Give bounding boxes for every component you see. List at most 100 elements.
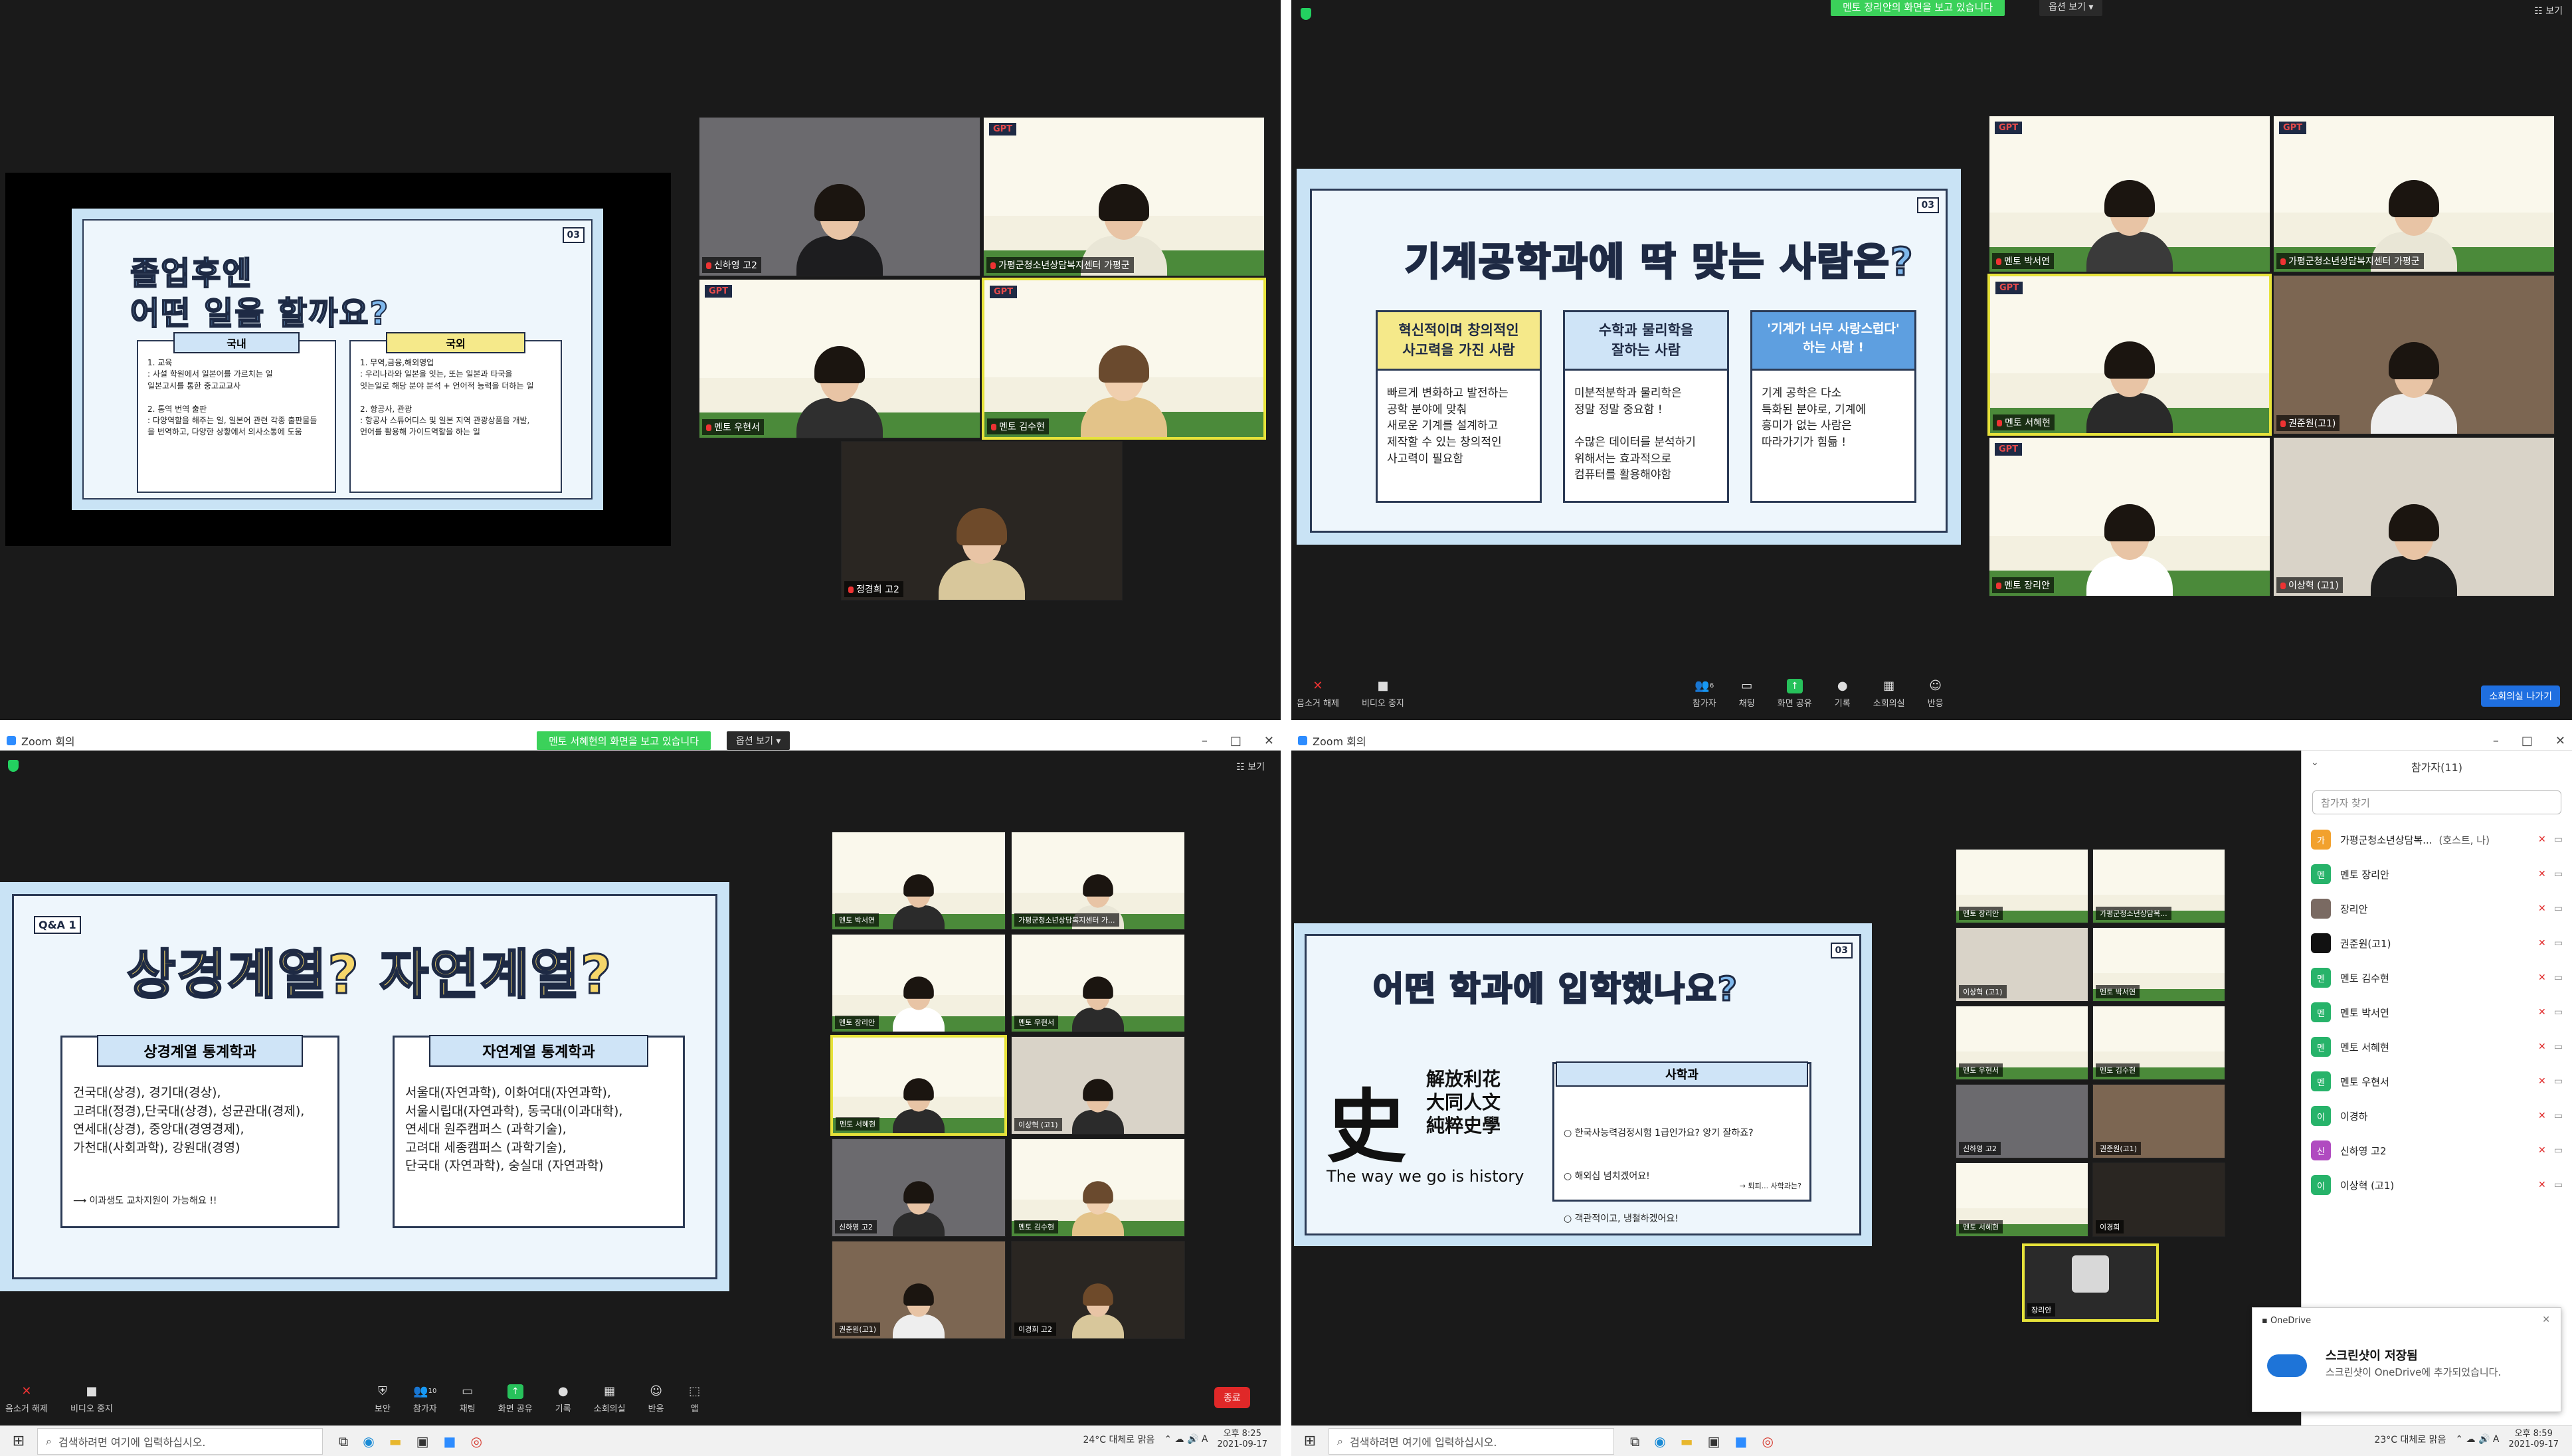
box-items: ○ 한국사능력검정시험 1급인가요? 앙기 잘하죠? ○ 해외십 넘치겠어요! …	[1564, 1128, 1754, 1224]
video-tile[interactable]: 이경희	[2092, 1162, 2225, 1237]
participant-row[interactable]: 멘 멘토 장리안 ✕ ▭	[2302, 857, 2572, 891]
video-tile[interactable]: 멘토 박서연	[832, 832, 1006, 930]
participant-row[interactable]: 신 신하영 고2 ✕ ▭	[2302, 1133, 2572, 1168]
reactions-button[interactable]: ☺ 반응	[648, 1384, 664, 1414]
record-button[interactable]: ● 기록	[555, 1384, 571, 1414]
video-tile[interactable]: 이상혁 (고1)	[1011, 1036, 1185, 1135]
tray-icons[interactable]: ⌃ ☁ 🔊 A	[1164, 1434, 1208, 1445]
store-icon[interactable]: ▣	[1708, 1433, 1720, 1449]
minimize-button[interactable]: –	[1202, 734, 1208, 748]
video-tile-active-speaker[interactable]: 멘토 서혜현	[830, 1035, 1007, 1136]
view-options-button[interactable]: 옵션 보기 ▾	[727, 731, 790, 750]
video-tile[interactable]: 신하영 고2	[832, 1138, 1006, 1237]
maximize-button[interactable]: □	[2522, 734, 2533, 748]
video-tile[interactable]: GPT 가평군청소년상담복지센터 가평군	[983, 117, 1265, 276]
participant-row[interactable]: 이 이상혁 (고1) ✕ ▭	[2302, 1168, 2572, 1202]
windows-start-icon[interactable]: ⊞	[0, 1426, 37, 1456]
video-tile[interactable]: 멘토 장리안	[1956, 849, 2088, 923]
video-tile[interactable]: 정경희 고2	[841, 441, 1123, 600]
chat-button[interactable]: ▭ 채팅	[1739, 679, 1755, 709]
video-tile[interactable]: GPT 가평군청소년상담복지센터 가평군	[2273, 116, 2555, 272]
video-tile[interactable]: 이경희 고2	[1011, 1241, 1185, 1339]
unmute-button[interactable]: ✕ 음소거 해제	[1297, 679, 1339, 709]
video-tile[interactable]: 멘토 김수현	[1011, 1138, 1185, 1237]
weather-status[interactable]: 24°C 대체로 맑음	[1083, 1433, 1154, 1446]
share-screen-button[interactable]: ↑ 화면 공유	[1778, 678, 1812, 709]
stop-video-button[interactable]: ■ 비디오 중지	[1362, 679, 1404, 709]
maximize-button[interactable]: □	[1230, 734, 1241, 748]
chrome-icon[interactable]: ◎	[470, 1433, 482, 1449]
zoom-taskbar-icon[interactable]: ■	[444, 1433, 456, 1449]
close-button[interactable]: ✕	[2555, 734, 2565, 748]
security-button[interactable]: ⛨ 보안	[375, 1384, 391, 1414]
video-tile[interactable]: GPT 멘토 박서연	[1989, 116, 2270, 272]
video-tile[interactable]: 멘토 우현서	[1956, 1006, 2088, 1080]
video-tile-active-speaker[interactable]: 장리안	[2022, 1243, 2159, 1322]
video-tile[interactable]: 권준원(고1)	[2273, 275, 2555, 434]
video-tile[interactable]: 가평군청소년상담복...	[2092, 849, 2225, 923]
breakout-rooms-button[interactable]: ▦ 소회의실	[594, 1384, 626, 1414]
chrome-icon[interactable]: ◎	[1762, 1433, 1773, 1449]
collapse-chevron-icon[interactable]: ⌄	[2311, 757, 2319, 768]
participant-row[interactable]: 가 가평군청소년상담복... (호스트, 나) ✕ ▭	[2302, 822, 2572, 857]
toast-close-icon[interactable]: ✕	[2542, 1315, 2550, 1325]
chat-button[interactable]: ▭ 채팅	[460, 1384, 476, 1414]
participant-row[interactable]: 멘 멘토 김수현 ✕ ▭	[2302, 960, 2572, 995]
video-tile-active-speaker[interactable]: GPT 멘토 김수현	[982, 278, 1266, 440]
video-tile[interactable]: 멘토 김수현	[2092, 1006, 2225, 1080]
task-view-icon[interactable]: ⧉	[339, 1433, 348, 1449]
end-meeting-button[interactable]: 종료	[1214, 1387, 1250, 1408]
weather-status[interactable]: 23°C 대체로 맑음	[2374, 1433, 2446, 1446]
video-tile[interactable]: 권준원(고1)	[2092, 1084, 2225, 1158]
zoom-taskbar-icon[interactable]: ■	[1735, 1433, 1748, 1449]
folder-icon[interactable]: ▬	[1681, 1433, 1693, 1449]
windows-start-icon[interactable]: ⊞	[1291, 1426, 1329, 1456]
clock[interactable]: 오후 8:25 2021-09-17	[1217, 1429, 1267, 1449]
video-tile[interactable]: GPT 멘토 우현서	[699, 279, 980, 438]
close-button[interactable]: ✕	[1264, 734, 1274, 748]
apps-button[interactable]: ⬚ 앱	[687, 1384, 703, 1414]
edge-icon[interactable]: ◉	[363, 1433, 374, 1449]
taskbar-search-input[interactable]: ⌕ 검색하려면 여기에 입력하십시오.	[37, 1427, 323, 1455]
leave-breakout-room-button[interactable]: 소회의실 나가기	[2481, 685, 2560, 707]
video-tile[interactable]: 가평군청소년상담복지센터 가...	[1011, 832, 1185, 930]
participants-button[interactable]: 👥 10 참가자	[413, 1384, 437, 1414]
edge-icon[interactable]: ◉	[1654, 1433, 1665, 1449]
share-screen-button[interactable]: ↑ 화면 공유	[498, 1384, 533, 1414]
unmute-button[interactable]: ✕ 음소거 해제	[5, 1384, 48, 1414]
participant-row[interactable]: 멘 멘토 서혜현 ✕ ▭	[2302, 1030, 2572, 1064]
participant-row[interactable]: 이 이경하 ✕ ▭	[2302, 1099, 2572, 1133]
task-view-icon[interactable]: ⧉	[1630, 1433, 1639, 1449]
video-tile[interactable]: 이상혁 (고1)	[1956, 927, 2088, 1002]
view-button[interactable]: ☷ 보기	[1236, 760, 1265, 773]
onedrive-notification[interactable]: ▪ OneDrive ✕ 스크린샷이 저장됨 스크린샷이 OneDrive에 추…	[2252, 1307, 2561, 1412]
participant-row[interactable]: 장리안 ✕ ▭	[2302, 891, 2572, 926]
record-button[interactable]: ● 기록	[1835, 679, 1851, 709]
video-tile[interactable]: 멘토 우현서	[1011, 934, 1185, 1032]
video-tile-active-speaker[interactable]: GPT 멘토 서혜현	[1987, 274, 2272, 436]
video-tile[interactable]: 멘토 서혜현	[1956, 1162, 2088, 1237]
video-tile[interactable]: GPT 멘토 장리안	[1989, 437, 2270, 596]
tray-icons[interactable]: ⌃ ☁ 🔊 A	[2455, 1434, 2499, 1445]
reactions-button[interactable]: ☺ 반응	[1928, 679, 1944, 709]
clock[interactable]: 오후 8:59 2021-09-17	[2508, 1429, 2559, 1449]
video-tile[interactable]: 신하영 고2	[699, 117, 980, 276]
view-options-button[interactable]: 옵션 보기 ▾	[2039, 0, 2103, 16]
breakout-rooms-button[interactable]: ▦ 소회의실	[1873, 679, 1905, 709]
participants-button[interactable]: 👥 6 참가자	[1693, 679, 1716, 709]
participant-row[interactable]: 권준원(고1) ✕ ▭	[2302, 926, 2572, 960]
view-button[interactable]: ☷ 보기	[2534, 4, 2563, 17]
video-tile[interactable]: 신하영 고2	[1956, 1084, 2088, 1158]
taskbar-search-input[interactable]: ⌕ 검색하려면 여기에 입력하십시오.	[1329, 1427, 1614, 1455]
participant-search-input[interactable]: 참가자 찾기	[2312, 790, 2561, 814]
video-tile[interactable]: 멘토 장리안	[832, 934, 1006, 1032]
video-tile[interactable]: 이상혁 (고1)	[2273, 437, 2555, 596]
minimize-button[interactable]: –	[2493, 734, 2499, 748]
store-icon[interactable]: ▣	[416, 1433, 429, 1449]
video-tile[interactable]: 권준원(고1)	[832, 1241, 1006, 1339]
stop-video-button[interactable]: ■ 비디오 중지	[70, 1384, 113, 1414]
participant-row[interactable]: 멘 멘토 우현서 ✕ ▭	[2302, 1064, 2572, 1099]
folder-icon[interactable]: ▬	[389, 1433, 402, 1449]
video-tile[interactable]: 멘토 박서연	[2092, 927, 2225, 1002]
participant-row[interactable]: 멘 멘토 박서연 ✕ ▭	[2302, 995, 2572, 1030]
